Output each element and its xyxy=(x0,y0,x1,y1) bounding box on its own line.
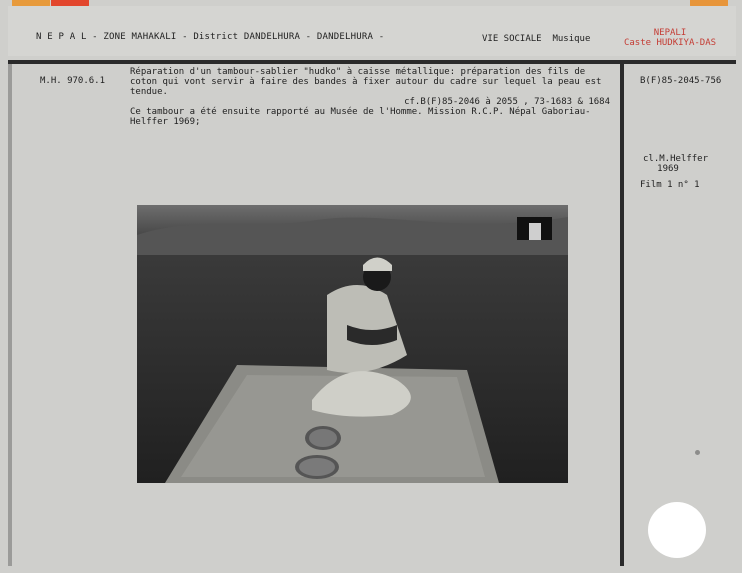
left-margin xyxy=(8,64,12,566)
photo-credit: cl.M.Helffer 1969 xyxy=(643,154,709,174)
category-label: VIE SOCIALE Musique xyxy=(482,34,591,44)
binder-hole-icon xyxy=(648,502,706,558)
country-label: NEPALI Caste HUDKIYA-DAS xyxy=(623,28,717,48)
location-header: N E P A L - ZONE MAHAKALI - District DAN… xyxy=(36,32,385,42)
stain-mark xyxy=(695,450,700,455)
photograph xyxy=(137,205,568,483)
archive-card: N E P A L - ZONE MAHAKALI - District DAN… xyxy=(0,0,742,573)
note-text: Ce tambour a été ensuite rapporté au Mus… xyxy=(130,107,591,127)
horizontal-rule xyxy=(8,60,736,64)
film-number: Film 1 n° 1 xyxy=(640,180,700,190)
photo-scene xyxy=(137,205,568,483)
photo-reference: B(F)85-2045-756 xyxy=(640,76,722,86)
vertical-rule xyxy=(620,64,624,566)
description-text: Réparation d'un tambour-sablier "hudko" … xyxy=(130,67,602,97)
related-refs: cf.B(F)85-2046 à 2055 , 73-1683 & 1684 xyxy=(404,97,610,107)
description: Réparation d'un tambour-sablier "hudko" … xyxy=(130,67,614,127)
inventory-number: M.H. 970.6.1 xyxy=(40,76,106,86)
